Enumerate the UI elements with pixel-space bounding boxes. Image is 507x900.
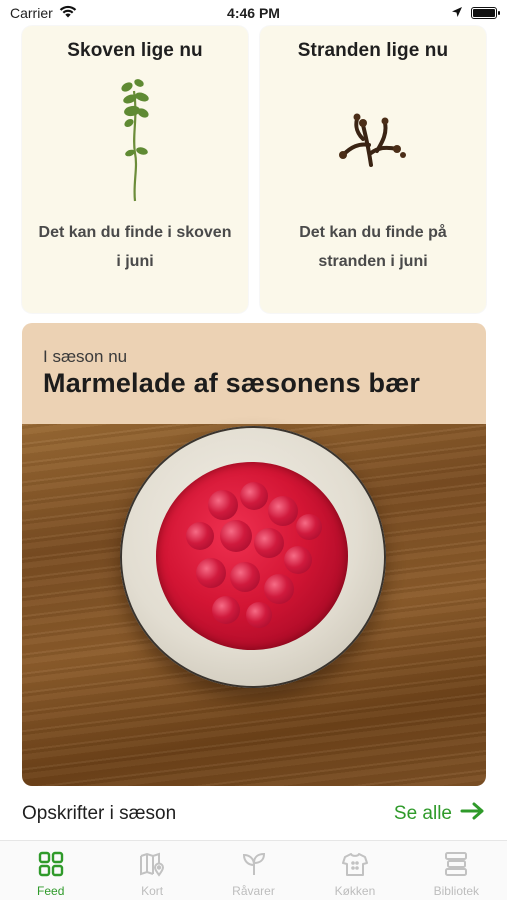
wifi-icon (59, 5, 77, 21)
jam-photo (22, 424, 486, 786)
beach-card-title: Stranden lige nu (297, 40, 449, 61)
status-right (337, 5, 500, 21)
location-arrow-icon (451, 5, 463, 21)
tab-ravarer[interactable]: Råvarer (203, 841, 304, 900)
map-pin-icon (138, 850, 166, 878)
plate (120, 426, 386, 688)
library-icon (442, 850, 470, 878)
status-time: 4:46 PM (227, 5, 280, 21)
tab-kort[interactable]: Kort (101, 841, 202, 900)
top-cards: Skoven lige nu Det kan du finde i skoven… (22, 26, 486, 313)
season-title: Marmelade af sæsonens bær (43, 368, 421, 398)
tab-bibliotek-label: Bibliotek (433, 884, 479, 898)
seaweed-icon (260, 68, 486, 208)
arrow-right-icon (460, 802, 486, 826)
season-header: I sæson nu Marmelade af sæsonens bær (22, 323, 486, 424)
season-card[interactable]: I sæson nu Marmelade af sæsonens bær (22, 323, 486, 786)
status-left: Carrier (10, 5, 170, 21)
forest-card-text: Det kan du finde i skoven i juni (38, 224, 232, 270)
jam (156, 462, 348, 650)
season-kicker: I sæson nu (43, 347, 128, 366)
tab-feed-label: Feed (37, 884, 65, 898)
forest-card-title: Skoven lige nu (67, 40, 203, 61)
tab-kokken-label: Køkken (334, 884, 376, 898)
tab-bibliotek[interactable]: Bibliotek (406, 841, 507, 900)
tab-bar: Feed Kort Råvarer Køkken Bibliotek (0, 840, 507, 900)
tab-kokken[interactable]: Køkken (304, 841, 405, 900)
see-all-link[interactable]: Se alle (394, 802, 486, 826)
forest-card[interactable]: Skoven lige nu Det kan du finde i skoven… (22, 26, 248, 313)
beach-card-text: Det kan du finde på stranden i juni (299, 224, 447, 270)
recipes-section-header: Opskrifter i sæson Se alle (22, 800, 486, 828)
chef-shirt-icon (341, 850, 369, 878)
sprout-icon (240, 850, 268, 878)
herb-sprig-icon (22, 68, 248, 208)
carrier-label: Carrier (10, 5, 53, 21)
tab-feed[interactable]: Feed (0, 841, 101, 900)
tab-ravarer-label: Råvarer (232, 884, 275, 898)
recipes-title: Opskrifter i sæson (22, 803, 177, 824)
see-all-label: Se alle (393, 803, 452, 824)
grid-icon (37, 850, 65, 878)
tab-kort-label: Kort (141, 884, 164, 898)
battery-icon (470, 7, 500, 19)
beach-card[interactable]: Stranden lige nu Det kan du finde på str… (260, 26, 486, 313)
status-bar: Carrier 4:46 PM (0, 0, 507, 26)
